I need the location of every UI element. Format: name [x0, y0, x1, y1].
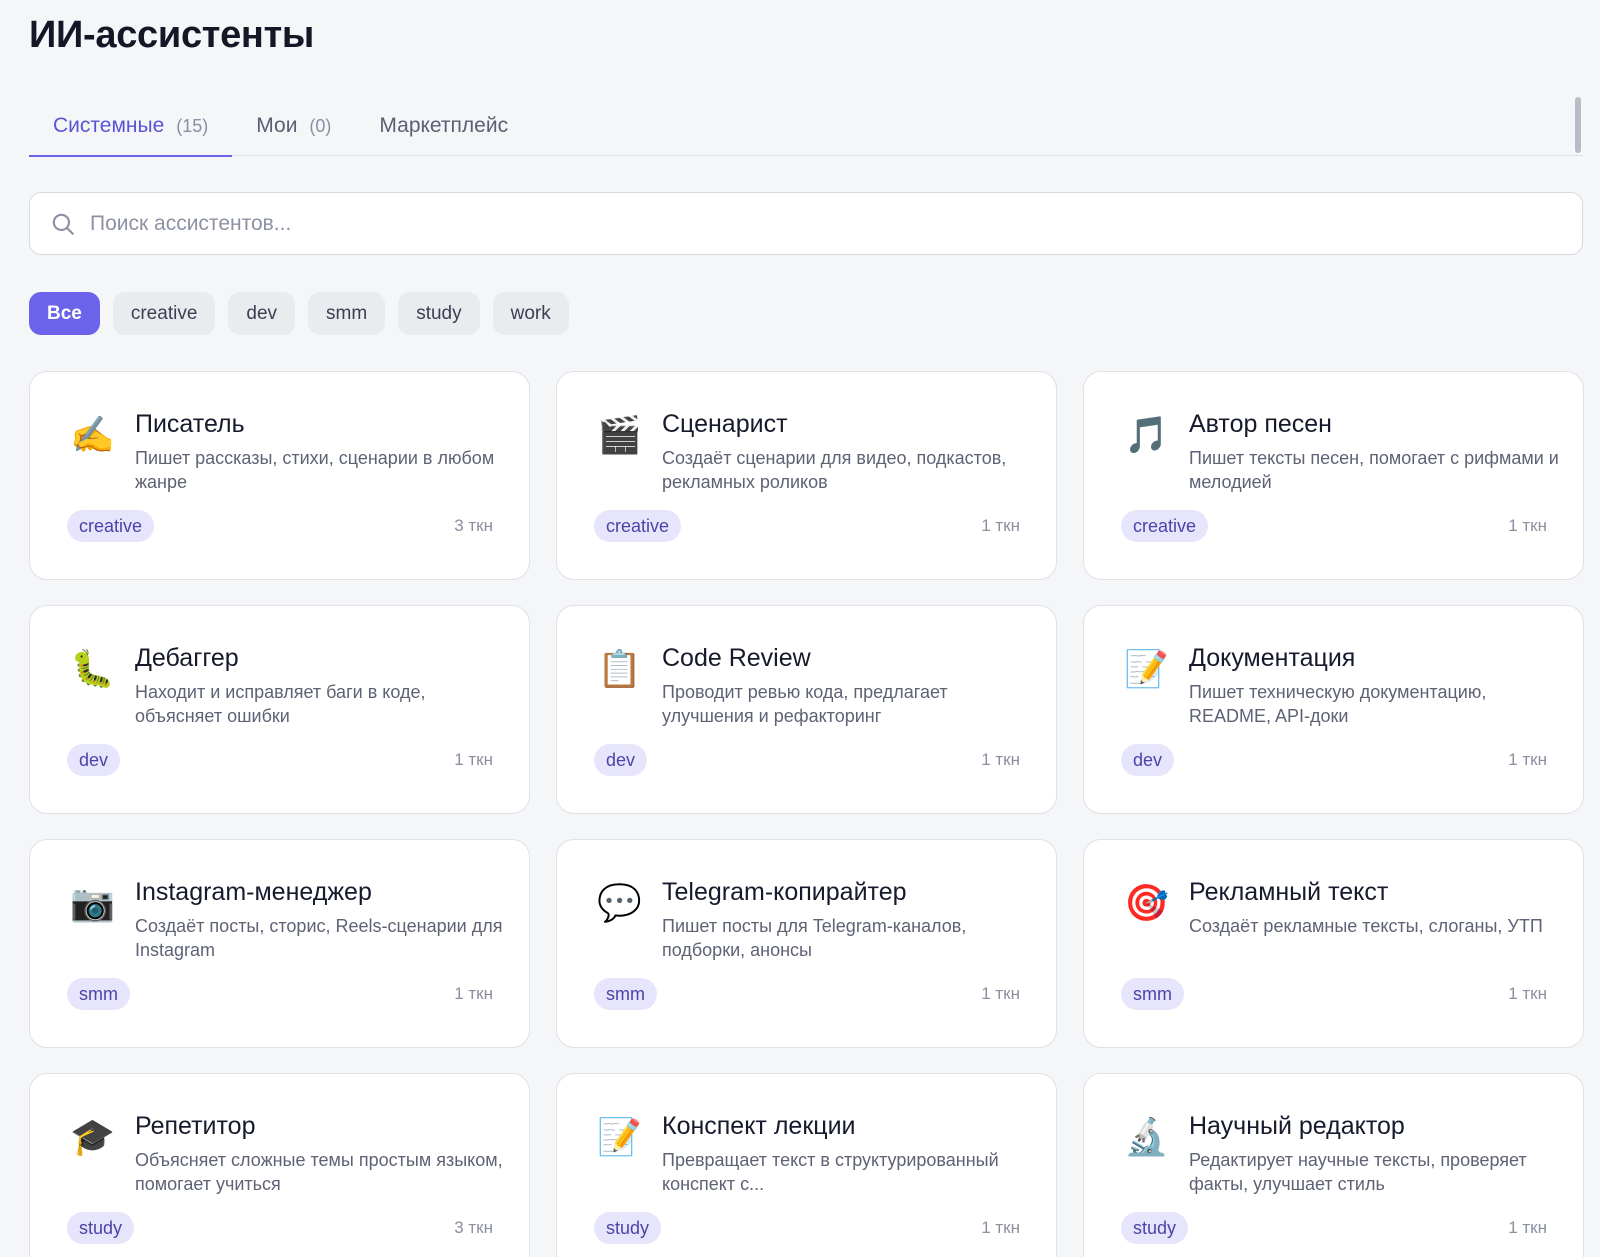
assistant-card[interactable]: 📋 Code Review Проводит ревью кода, предлаг…: [556, 605, 1057, 814]
assistant-card[interactable]: 🎓 Репетитор Объясняет сложные темы простым…: [29, 1073, 530, 1257]
assistant-card[interactable]: 🐛 Дебаггер Находит и исправляет баги в код…: [29, 605, 530, 814]
search-box[interactable]: [29, 192, 1583, 255]
token-cost: 1 ткн: [1508, 984, 1547, 1003]
graduation-cap-icon: 🎓: [70, 1116, 115, 1157]
search-input[interactable]: [90, 211, 1582, 236]
assistant-title: Конспект лекции: [662, 1112, 856, 1140]
assistant-description: Пишет посты для Telegram-каналов, подбор…: [662, 916, 967, 960]
assistant-title: Автор песен: [1189, 410, 1332, 438]
category-tag: dev: [67, 744, 121, 776]
assistant-title: Научный редактор: [1189, 1112, 1405, 1140]
assistant-description: Пишет техническую документацию, README, …: [1189, 682, 1487, 726]
token-cost: 1 ткн: [981, 984, 1020, 1003]
tab-marketplace[interactable]: Маркетплейс: [355, 96, 532, 156]
target-icon: 🎯: [1124, 882, 1169, 923]
tab-label: Мои: [256, 114, 298, 137]
token-cost: 1 ткн: [1508, 516, 1547, 535]
assistant-card[interactable]: 📝 Конспект лекции Превращает текст в струк…: [556, 1073, 1057, 1257]
token-cost: 1 ткн: [981, 750, 1020, 769]
filter-all[interactable]: Все: [29, 292, 100, 335]
bug-icon: 🐛: [70, 648, 115, 689]
filter-dev[interactable]: dev: [228, 292, 296, 335]
assistant-description: Пишет рассказы, стихи, сценарии в любом …: [135, 448, 495, 492]
clipboard-icon: 📋: [597, 648, 642, 689]
assistant-card[interactable]: 📷 Instagram-менеджер Создаёт посты, сторис…: [29, 839, 530, 1048]
assistant-description: Редактирует научные тексты, проверяет фа…: [1189, 1150, 1527, 1194]
assistant-card[interactable]: 🎯 Рекламный текст Создаёт рекламные тексты…: [1083, 839, 1584, 1048]
tab-bar: Системные (15) Мои (0) Маркетплейс: [29, 96, 1583, 157]
assistant-card[interactable]: 🎬 Сценарист Создаёт сценарии для видео, по…: [556, 371, 1057, 580]
category-tag: study: [594, 1212, 662, 1244]
assistant-title: Telegram-копирайтер: [662, 878, 907, 906]
assistant-card[interactable]: 📝 Документация Пишет техническую документа…: [1083, 605, 1584, 814]
assistant-description: Превращает текст в структурированный кон…: [662, 1150, 999, 1194]
assistant-title: Рекламный текст: [1189, 878, 1389, 906]
assistant-description: Объясняет сложные темы простым языком, п…: [135, 1150, 503, 1194]
assistant-title: Документация: [1189, 644, 1356, 672]
assistant-title: Дебаггер: [135, 644, 239, 672]
writing-hand-icon: ✍️: [70, 414, 115, 455]
tab-label: Маркетплейс: [379, 114, 509, 137]
tab-count: (15): [176, 115, 209, 136]
assistant-title: Репетитор: [135, 1112, 256, 1140]
category-tag: smm: [1121, 978, 1184, 1010]
tab-count: (0): [309, 115, 332, 136]
assistant-description: Создаёт рекламные тексты, слоганы, УТП: [1189, 916, 1543, 936]
assistant-card[interactable]: 🎵 Автор песен Пишет тексты песен, помогает…: [1083, 371, 1584, 580]
assistant-card[interactable]: 💬 Telegram-копирайтер Пишет посты для Tele…: [556, 839, 1057, 1048]
category-tag: smm: [594, 978, 657, 1010]
assistant-title: Code Review: [662, 644, 811, 672]
clapper-board-icon: 🎬: [597, 414, 642, 455]
filter-study[interactable]: study: [398, 292, 480, 335]
token-cost: 1 ткн: [981, 1218, 1020, 1237]
assistant-description: Пишет тексты песен, помогает с рифмами и…: [1189, 448, 1559, 492]
assistant-title: Сценарист: [662, 410, 788, 438]
microscope-icon: 🔬: [1124, 1116, 1169, 1157]
assistant-description: Проводит ревью кода, предлагает улучшени…: [662, 682, 948, 726]
filter-smm[interactable]: smm: [308, 292, 386, 335]
category-tag: creative: [594, 510, 682, 542]
assistant-grid: ✍️ Писатель Пишет рассказы, стихи, сценари…: [29, 371, 1584, 1257]
category-tag: smm: [67, 978, 130, 1010]
music-note-icon: 🎵: [1124, 414, 1169, 455]
token-cost: 3 ткн: [454, 1218, 493, 1237]
assistant-description: Создаёт посты, сторис, Reels-сценарии дл…: [135, 916, 503, 960]
token-cost: 1 ткн: [1508, 750, 1547, 769]
filter-creative[interactable]: creative: [112, 292, 216, 335]
tab-label: Системные: [53, 114, 165, 137]
tab-system[interactable]: Системные (15): [29, 96, 233, 157]
token-cost: 1 ткн: [454, 984, 493, 1003]
token-cost: 1 ткн: [454, 750, 493, 769]
assistant-description: Находит и исправляет баги в коде, объясн…: [135, 682, 426, 726]
camera-icon: 📷: [70, 882, 115, 923]
scrollbar-thumb[interactable]: [1575, 97, 1581, 153]
tab-mine[interactable]: Мои (0): [232, 96, 355, 156]
category-filters: Все creative dev smm study work: [29, 292, 569, 335]
assistant-card[interactable]: 🔬 Научный редактор Редактирует научные тек…: [1083, 1073, 1584, 1257]
memo-icon: 📝: [597, 1116, 642, 1157]
category-tag: dev: [594, 744, 648, 776]
token-cost: 1 ткн: [1508, 1218, 1547, 1237]
category-tag: creative: [67, 510, 155, 542]
category-tag: study: [1121, 1212, 1189, 1244]
category-tag: study: [67, 1212, 135, 1244]
memo-icon: 📝: [1124, 648, 1169, 689]
filter-work[interactable]: work: [492, 292, 569, 335]
token-cost: 1 ткн: [981, 516, 1020, 535]
assistant-card[interactable]: ✍️ Писатель Пишет рассказы, стихи, сценари…: [29, 371, 530, 580]
assistant-title: Писатель: [135, 410, 245, 438]
assistant-description: Создаёт сценарии для видео, подкастов, р…: [662, 448, 1007, 492]
token-cost: 3 ткн: [454, 516, 493, 535]
page-title: ИИ-ассистенты: [29, 14, 315, 56]
speech-bubble-icon: 💬: [597, 882, 642, 923]
assistants-page: ИИ-ассистенты Системные (15) Мои (0) Мар…: [0, 0, 1600, 1257]
category-tag: dev: [1121, 744, 1175, 776]
category-tag: creative: [1121, 510, 1209, 542]
search-icon: [52, 213, 74, 235]
assistant-title: Instagram-менеджер: [135, 878, 372, 906]
